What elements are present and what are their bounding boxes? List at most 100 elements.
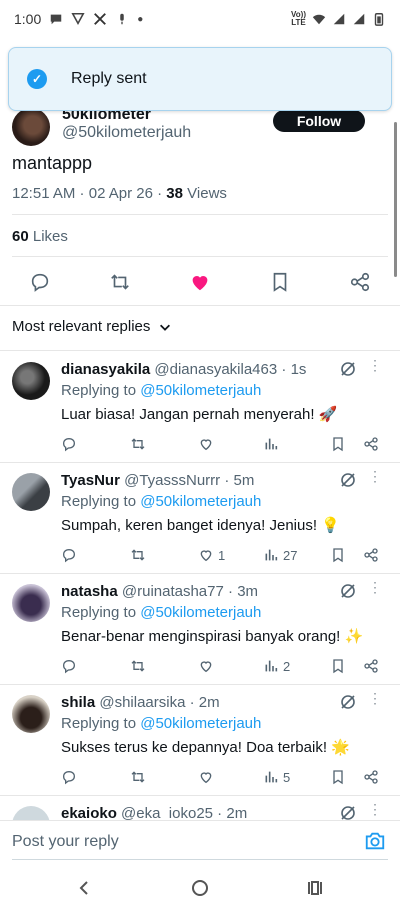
likes-summary[interactable]: 60 Likes (12, 228, 68, 245)
reply-button[interactable] (61, 657, 77, 675)
replying-to: Replying to @50kilometerjauh (61, 382, 261, 399)
grok-icon[interactable] (340, 805, 356, 821)
more-icon[interactable]: ⋮ (368, 358, 382, 372)
recents-icon (308, 881, 322, 895)
reply-author-name[interactable]: shila (61, 694, 95, 711)
reply-button[interactable] (61, 546, 77, 564)
author-handle[interactable]: @50kilometerjauh (62, 124, 191, 142)
replying-to-handle[interactable]: @50kilometerjauh (140, 382, 261, 399)
reply-author-handle[interactable]: @TyasssNurrr (124, 472, 220, 489)
views-button[interactable]: 27 (263, 546, 297, 564)
retweet-button[interactable] (130, 768, 146, 786)
views-button[interactable]: 5 (263, 768, 290, 786)
reply-actions: 2 (61, 657, 386, 675)
reply-author-name[interactable]: TyasNur (61, 472, 120, 489)
views-icon (265, 660, 278, 672)
reply-button[interactable] (61, 768, 77, 786)
replying-to-handle[interactable]: @50kilometerjauh (140, 493, 261, 510)
tweet-time: 12:51 AM (12, 185, 76, 202)
reply-icon (62, 659, 76, 674)
reply-button[interactable] (61, 435, 77, 453)
bookmark-button[interactable] (268, 270, 292, 294)
share-icon (364, 548, 378, 562)
divider (12, 256, 388, 257)
like-button[interactable]: 1 (198, 546, 225, 564)
reply-sent-toast[interactable]: ✓ Reply sent (8, 47, 392, 111)
grok-icon[interactable] (340, 583, 356, 599)
reply-row[interactable]: shila @shilaarsika · 2m ⋮ Replying to @50k… (0, 685, 400, 796)
replying-to-handle[interactable]: @50kilometerjauh (140, 604, 261, 621)
reply-row[interactable]: dianasyakila @dianasyakila463 · 1s ⋮ Reply… (0, 352, 400, 463)
volte-indicator: Vo)) LTE (291, 11, 306, 27)
reply-author-handle[interactable]: @dianasyakila463 (154, 361, 277, 378)
toast-text: Reply sent (71, 70, 147, 87)
like-button[interactable] (198, 435, 218, 453)
avatar[interactable] (12, 108, 50, 146)
views-button[interactable]: 2 (263, 657, 290, 675)
like-button[interactable] (198, 768, 218, 786)
divider (12, 214, 388, 215)
more-icon[interactable]: ⋮ (368, 691, 382, 705)
reply-button[interactable] (28, 270, 52, 294)
retweet-button[interactable] (130, 435, 146, 453)
reply-icon (62, 437, 76, 452)
avatar[interactable] (12, 473, 50, 511)
retweet-button[interactable] (130, 546, 146, 564)
back-button[interactable] (74, 878, 94, 898)
views-button[interactable] (263, 435, 283, 453)
sort-replies-dropdown[interactable]: Most relevant replies (12, 318, 172, 335)
camera-icon[interactable] (364, 830, 386, 852)
chevron-down-icon (160, 324, 171, 331)
share-button[interactable] (363, 657, 379, 675)
avatar[interactable] (12, 584, 50, 622)
avatar[interactable] (12, 362, 50, 400)
bookmark-button[interactable] (330, 435, 346, 453)
like-button[interactable] (188, 270, 212, 294)
share-button[interactable] (363, 435, 379, 453)
reply-row[interactable]: natasha @ruinatasha77 · 3m ⋮ Replying to @… (0, 574, 400, 685)
views-count: 27 (283, 547, 298, 563)
avatar[interactable] (12, 695, 50, 733)
share-button[interactable] (348, 270, 372, 294)
reply-text: Sukses terus ke depannya! Doa terbaik! 🌟 (61, 739, 350, 756)
reply-author-handle[interactable]: @shilaarsika (99, 694, 185, 711)
grok-icon[interactable] (340, 472, 356, 488)
retweet-button[interactable] (108, 270, 132, 294)
reply-row[interactable]: TyasNur @TyasssNurrr · 5m ⋮ Replying to @5… (0, 463, 400, 574)
whatsapp-icon (71, 12, 85, 26)
mic-icon (120, 13, 124, 25)
replying-to-handle[interactable]: @50kilometerjauh (140, 715, 261, 732)
tweet-text: mantappp (12, 153, 93, 173)
share-icon (364, 659, 378, 673)
more-icon[interactable]: ⋮ (368, 580, 382, 594)
more-icon[interactable]: ⋮ (368, 469, 382, 483)
reply-input[interactable]: Post your reply (12, 833, 119, 851)
bookmark-button[interactable] (330, 657, 346, 675)
reply-author-handle[interactable]: @ruinatasha77 (122, 583, 224, 600)
chat-bubble-icon (51, 14, 62, 25)
follow-button[interactable]: Follow (273, 110, 365, 132)
reply-composer: Post your reply (0, 820, 400, 862)
home-button[interactable] (190, 878, 210, 898)
share-button[interactable] (363, 768, 379, 786)
reply-text: Luar biasa! Jangan pernah menyerah! 🚀 (61, 406, 338, 423)
divider (0, 350, 400, 351)
share-icon (364, 437, 378, 451)
grok-icon[interactable] (340, 361, 356, 377)
reply-header: TyasNur @TyasssNurrr · 5m (61, 472, 255, 489)
like-button[interactable] (198, 657, 218, 675)
reply-author-name[interactable]: dianasyakila (61, 361, 150, 378)
recents-button[interactable] (305, 878, 325, 898)
reply-author-name[interactable]: natasha (61, 583, 118, 600)
bookmark-button[interactable] (330, 768, 346, 786)
bookmark-button[interactable] (330, 546, 346, 564)
bookmark-icon (333, 437, 343, 452)
heart-icon (192, 276, 208, 291)
replying-to: Replying to @50kilometerjauh (61, 493, 261, 510)
retweet-button[interactable] (130, 657, 146, 675)
grok-icon[interactable] (340, 694, 356, 710)
share-button[interactable] (363, 546, 379, 564)
views-label: Views (187, 185, 227, 202)
reply-actions: 1 27 (61, 546, 386, 564)
more-icon[interactable]: ⋮ (368, 802, 382, 816)
